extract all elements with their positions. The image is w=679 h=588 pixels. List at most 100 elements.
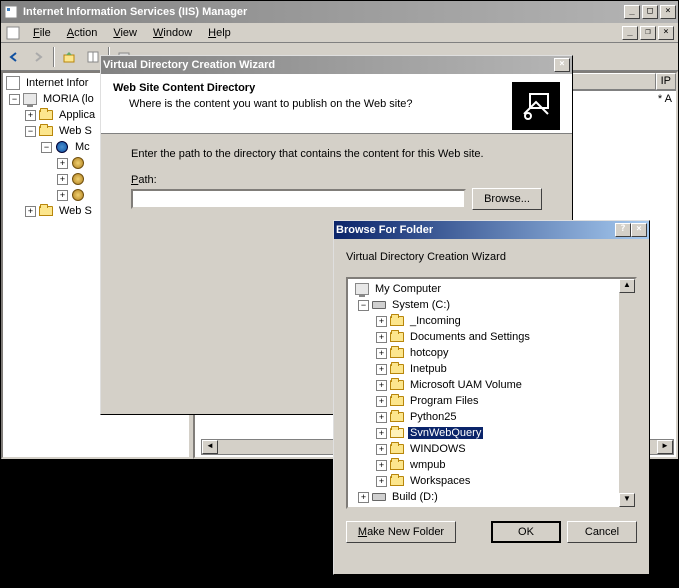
- expand-websvc[interactable]: +: [25, 206, 36, 217]
- scroll-right-button[interactable]: ►: [657, 440, 673, 454]
- mdi-minimize-button[interactable]: _: [622, 26, 638, 40]
- my-computer-icon: [354, 282, 370, 296]
- browse-button[interactable]: Browse...: [472, 188, 542, 210]
- back-button[interactable]: [3, 46, 25, 68]
- menu-file[interactable]: File: [25, 25, 59, 41]
- tree-app[interactable]: Applica: [57, 109, 97, 121]
- expand-windows[interactable]: +: [376, 444, 387, 455]
- node-system-c[interactable]: System (C:): [390, 299, 452, 311]
- mdi-close-button[interactable]: ×: [658, 26, 674, 40]
- expand-workspaces[interactable]: +: [376, 476, 387, 487]
- expand-vdir1[interactable]: +: [57, 158, 68, 169]
- iis-title-bar: Internet Information Services (IIS) Mana…: [1, 1, 678, 23]
- cancel-button[interactable]: Cancel: [567, 521, 637, 543]
- node-wmpub[interactable]: wmpub: [408, 459, 447, 471]
- scroll-left-button[interactable]: ◄: [202, 440, 218, 454]
- folder-tree-scrollbar[interactable]: ▲ ▼: [619, 279, 635, 507]
- expand-app[interactable]: +: [25, 110, 36, 121]
- tree-site[interactable]: Mc: [73, 141, 92, 153]
- folder-icon: [38, 108, 54, 122]
- node-inetpub[interactable]: Inetpub: [408, 363, 449, 375]
- maximize-button[interactable]: □: [642, 5, 658, 19]
- browse-title-bar: Browse For Folder ? ×: [334, 221, 649, 239]
- expand-uam[interactable]: +: [376, 380, 387, 391]
- node-windows[interactable]: WINDOWS: [408, 443, 468, 455]
- expand-incoming[interactable]: +: [376, 316, 387, 327]
- expand-hotcopy[interactable]: +: [376, 348, 387, 359]
- close-button[interactable]: ×: [660, 5, 676, 19]
- gear-icon: [70, 156, 86, 170]
- browse-folder-dialog: Browse For Folder ? × Virtual Directory …: [333, 220, 650, 575]
- path-input[interactable]: [131, 189, 466, 209]
- gear-icon: [70, 172, 86, 186]
- col-ip[interactable]: IP: [656, 73, 676, 90]
- node-svnwebquery[interactable]: SvnWebQuery: [408, 427, 483, 439]
- mdi-doc-icon: [5, 25, 21, 41]
- tree-root[interactable]: Internet Infor: [24, 77, 90, 89]
- expand-docs[interactable]: +: [376, 332, 387, 343]
- folder-icon: [389, 378, 405, 392]
- menu-action[interactable]: Action: [59, 25, 106, 41]
- tree-websites[interactable]: Web S: [57, 125, 94, 137]
- iis-title-text: Internet Information Services (IIS) Mana…: [23, 6, 624, 18]
- expand-vdir2[interactable]: +: [57, 174, 68, 185]
- scroll-up-button[interactable]: ▲: [619, 279, 635, 293]
- wizard-instruction: Enter the path to the directory that con…: [131, 148, 542, 160]
- iis-root-icon: [5, 76, 21, 90]
- expand-inetpub[interactable]: +: [376, 364, 387, 375]
- node-hotcopy[interactable]: hotcopy: [408, 347, 451, 359]
- expand-server[interactable]: −: [9, 94, 20, 105]
- browse-title-text: Browse For Folder: [336, 224, 433, 236]
- expand-build-d[interactable]: +: [358, 492, 369, 503]
- gear-icon: [70, 188, 86, 202]
- wizard-title-text: Virtual Directory Creation Wizard: [103, 59, 275, 71]
- ok-button[interactable]: OK: [491, 521, 561, 543]
- up-button[interactable]: [58, 46, 80, 68]
- node-build-d[interactable]: Build (D:): [390, 491, 440, 503]
- menu-help[interactable]: Help: [200, 25, 239, 41]
- expand-system-c[interactable]: −: [358, 300, 369, 311]
- folder-icon: [389, 442, 405, 456]
- menu-view[interactable]: View: [105, 25, 145, 41]
- forward-button[interactable]: [27, 46, 49, 68]
- folder-icon: [38, 204, 54, 218]
- node-my-computer[interactable]: My Computer: [373, 283, 443, 295]
- tree-websvc[interactable]: Web S: [57, 205, 94, 217]
- node-workspaces[interactable]: Workspaces: [408, 475, 472, 487]
- node-incoming[interactable]: _Incoming: [408, 315, 463, 327]
- folder-icon: [389, 474, 405, 488]
- expand-websites[interactable]: −: [25, 126, 36, 137]
- folder-tree[interactable]: My Computer − System (C:) + _Incoming + Doc…: [346, 277, 637, 509]
- mdi-restore-button[interactable]: ❐: [640, 26, 656, 40]
- server-icon: [22, 92, 38, 106]
- folder-icon: [38, 124, 54, 138]
- wizard-header-icon: [512, 82, 560, 130]
- node-docs[interactable]: Documents and Settings: [408, 331, 532, 343]
- wizard-header: Web Site Content Directory Where is the …: [101, 74, 572, 134]
- expand-python25[interactable]: +: [376, 412, 387, 423]
- scroll-down-button[interactable]: ▼: [619, 493, 635, 507]
- folder-icon: [389, 330, 405, 344]
- drive-icon: [371, 490, 387, 504]
- make-new-folder-button[interactable]: Make New Folder: [346, 521, 456, 543]
- iis-app-icon: [3, 4, 19, 20]
- wizard-close-button[interactable]: ×: [554, 58, 570, 72]
- menu-window[interactable]: Window: [145, 25, 200, 41]
- folder-icon: [389, 394, 405, 408]
- wizard-header-title: Web Site Content Directory: [113, 82, 512, 94]
- menu-bar: File Action View Window Help _ ❐ ×: [1, 23, 678, 43]
- node-python25[interactable]: Python25: [408, 411, 458, 423]
- expand-site[interactable]: −: [41, 142, 52, 153]
- node-uam[interactable]: Microsoft UAM Volume: [408, 379, 524, 391]
- expand-program-files[interactable]: +: [376, 396, 387, 407]
- expand-svnwebquery[interactable]: +: [376, 428, 387, 439]
- browse-close-button[interactable]: ×: [631, 223, 647, 237]
- node-program-files[interactable]: Program Files: [408, 395, 480, 407]
- browse-help-button[interactable]: ?: [615, 223, 631, 237]
- expand-vdir3[interactable]: +: [57, 190, 68, 201]
- minimize-button[interactable]: _: [624, 5, 640, 19]
- folder-icon: [389, 314, 405, 328]
- expand-wmpub[interactable]: +: [376, 460, 387, 471]
- folder-icon: [389, 410, 405, 424]
- tree-server[interactable]: MORIA (lo: [41, 93, 96, 105]
